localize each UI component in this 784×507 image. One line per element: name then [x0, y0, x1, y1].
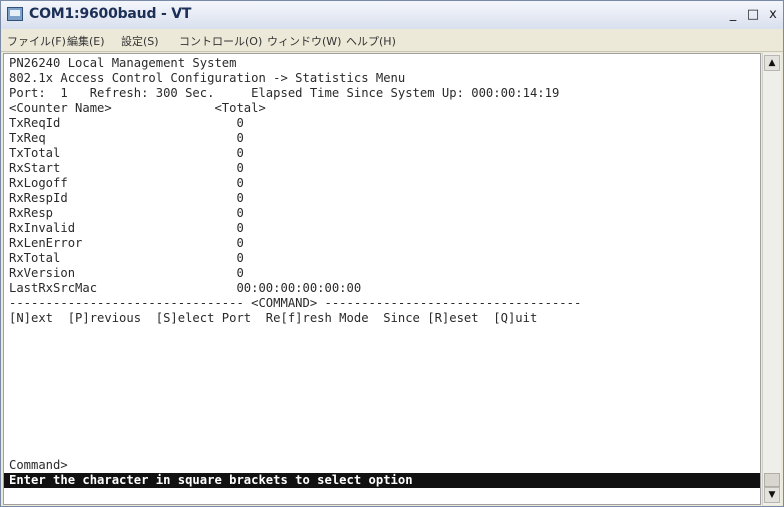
minimize-button[interactable]: _ [723, 6, 743, 24]
terminal-line: RxTotal 0 [9, 251, 244, 265]
menu-bar: ファイル(F) 編集(E) 設定(S) コントロール(O) ウィンドウ(W) ヘ… [1, 29, 783, 52]
status-message: Enter the character in square brackets t… [9, 473, 413, 487]
terminal-line: Port: 1 Refresh: 300 Sec. Elapsed Time S… [9, 86, 560, 100]
terminal-line: LastRxSrcMac 00:00:00:00:00:00 [9, 281, 362, 295]
terminal-line: RxStart 0 [9, 161, 244, 175]
scroll-up-arrow-icon[interactable]: ▲ [764, 55, 780, 71]
terminal-line: RxRespId 0 [9, 191, 244, 205]
menu-window[interactable]: ウィンドウ(W) [267, 33, 341, 49]
terminal-line: 802.1x Access Control Configuration -> S… [9, 71, 406, 85]
menu-file[interactable]: ファイル(F) [7, 33, 66, 49]
terminal-line: TxTotal 0 [9, 146, 244, 160]
menu-settings[interactable]: 設定(S) [121, 33, 159, 49]
terminal-app-icon [7, 7, 23, 21]
terminal-line: TxReq 0 [9, 131, 244, 145]
terminal-line: RxInvalid 0 [9, 221, 244, 235]
vertical-scrollbar[interactable]: ▲ ▼ [762, 53, 781, 505]
menu-help[interactable]: ヘルプ(H) [346, 33, 396, 49]
terminal-window: COM1:9600baud - VT _ □ x ファイル(F) 編集(E) 設… [0, 0, 784, 507]
terminal-line: TxReqId 0 [9, 116, 244, 130]
status-line: Enter the character in square brackets t… [4, 473, 760, 488]
terminal-line: PN26240 Local Management System [9, 56, 237, 70]
terminal-line: [N]ext [P]revious [S]elect Port Re[f]res… [9, 311, 538, 325]
terminal-line: <Counter Name> <Total> [9, 101, 266, 115]
maximize-button[interactable]: □ [743, 6, 763, 24]
terminal-line: RxResp 0 [9, 206, 244, 220]
terminal-screen[interactable]: PN26240 Local Management System 802.1x A… [3, 53, 761, 505]
menu-control[interactable]: コントロール(O) [179, 33, 262, 49]
title-bar[interactable]: COM1:9600baud - VT _ □ x [1, 1, 783, 30]
scroll-down-arrow-icon[interactable]: ▼ [764, 487, 780, 503]
command-prompt[interactable]: Command> [9, 458, 68, 472]
terminal-line: RxLogoff 0 [9, 176, 244, 190]
terminal-line: RxLenError 0 [9, 236, 244, 250]
scroll-thumb[interactable] [764, 473, 780, 487]
close-button[interactable]: x [763, 6, 783, 24]
window-title: COM1:9600baud - VT [29, 6, 192, 22]
menu-edit[interactable]: 編集(E) [67, 33, 105, 49]
terminal-line: RxVersion 0 [9, 266, 244, 280]
terminal-line: -------------------------------- <COMMAN… [9, 296, 582, 310]
